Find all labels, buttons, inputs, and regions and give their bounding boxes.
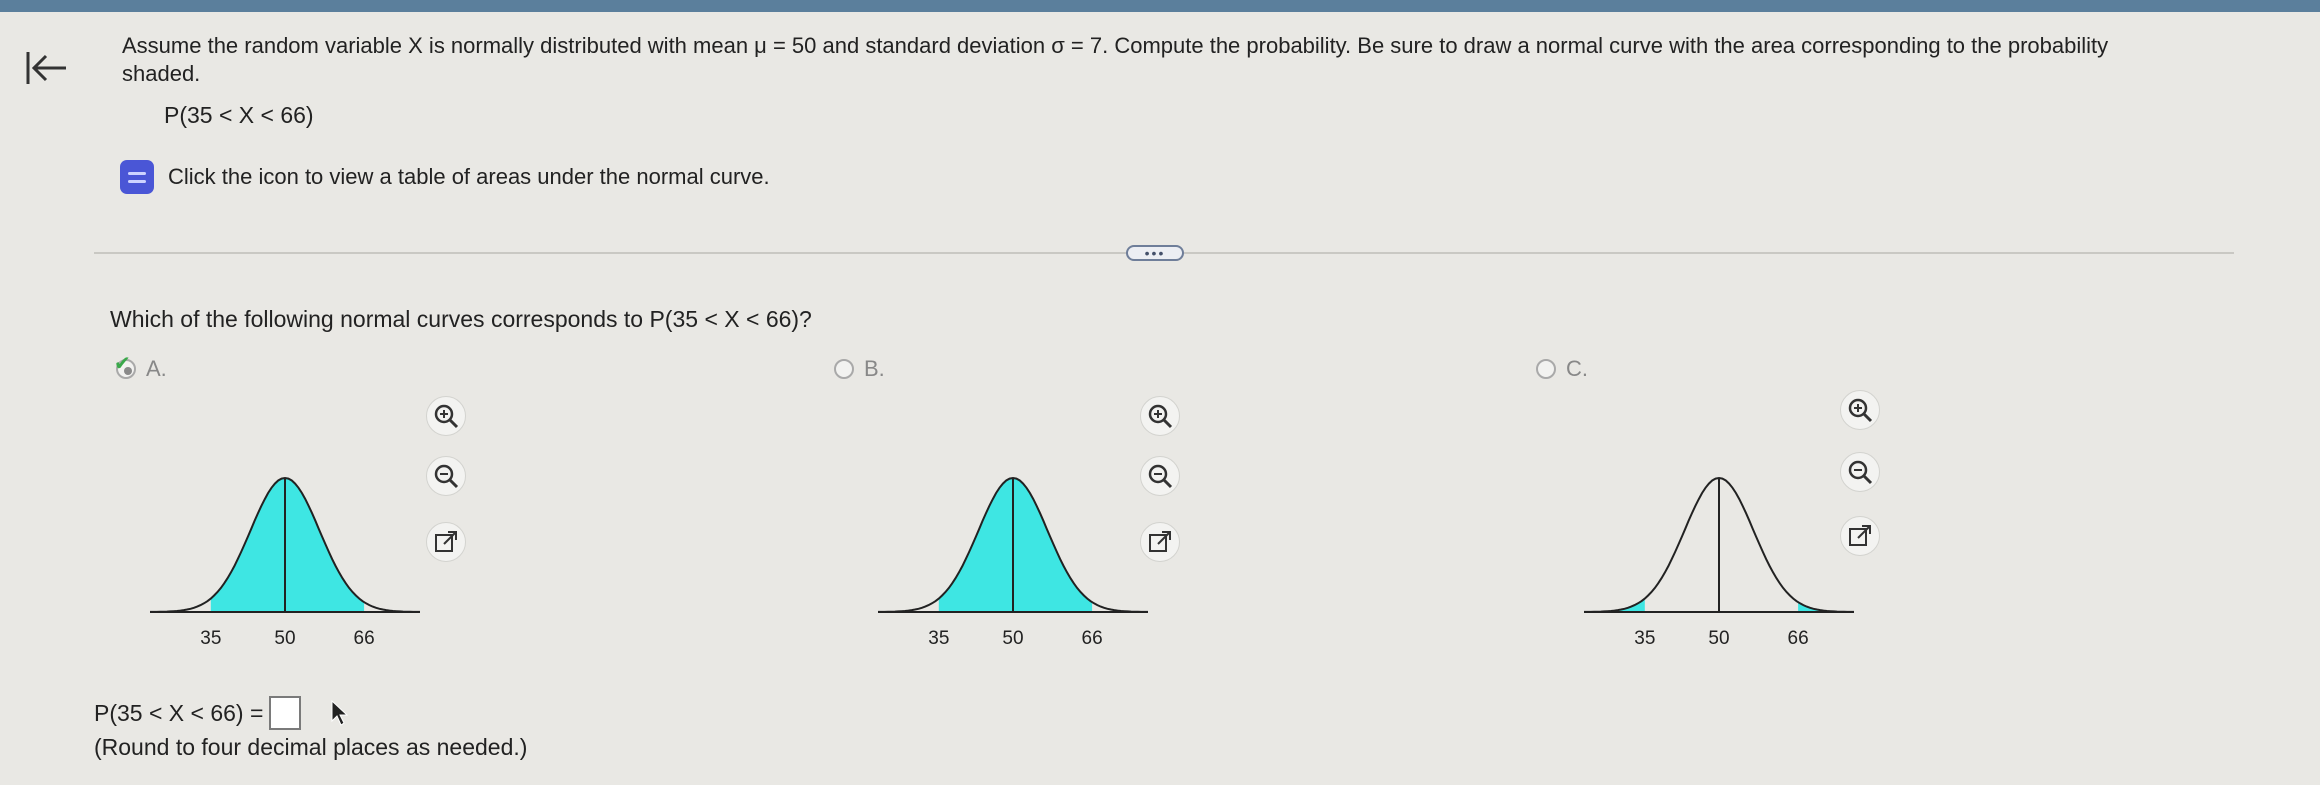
option-b-zoom-out-button[interactable]	[1140, 456, 1180, 496]
option-c-zoom-in-button[interactable]	[1840, 390, 1880, 430]
option-b[interactable]: B.	[834, 356, 885, 382]
answer-row: P(35 < X < 66) =	[94, 696, 351, 730]
popout-icon	[435, 531, 457, 552]
option-a-zoom-in-button[interactable]	[426, 396, 466, 436]
option-c-popout-button[interactable]	[1840, 516, 1880, 556]
normal-curve-a: 35 50 66	[150, 476, 420, 649]
curve-c-tick-50: 50	[1708, 628, 1729, 649]
curve-a-tick-50: 50	[274, 628, 295, 649]
answer-input[interactable]	[269, 696, 302, 730]
top-bar	[0, 0, 2320, 12]
option-c-radio[interactable]	[1536, 359, 1556, 379]
zoom-in-icon	[1848, 398, 1873, 423]
popout-icon	[1149, 531, 1171, 552]
mouse-cursor-icon	[331, 699, 349, 726]
choice-question: Which of the following normal curves cor…	[110, 306, 812, 332]
back-arrow-icon	[26, 52, 66, 84]
option-c-letter: C.	[1566, 356, 1588, 381]
option-a-letter: A.	[146, 356, 167, 381]
option-b-radio[interactable]	[834, 359, 854, 379]
curve-b-tick-66: 66	[1082, 628, 1103, 649]
zoom-in-icon	[434, 404, 459, 429]
option-a-popout-button[interactable]	[426, 522, 466, 562]
zoom-out-icon	[1848, 460, 1873, 485]
option-a-radio[interactable]: ✔	[114, 353, 136, 379]
curve-b-tick-50: 50	[1002, 628, 1023, 649]
zoom-in-icon	[1148, 404, 1173, 429]
popout-icon	[1849, 525, 1871, 546]
zoom-out-icon	[1148, 464, 1173, 489]
probability-expression: P(35 < X < 66)	[164, 102, 314, 128]
curve-b-shaded-area	[938, 478, 1093, 612]
correct-check-icon: ✔	[114, 353, 131, 375]
more-button[interactable]: •••	[1126, 245, 1184, 261]
curve-c-tick-66: 66	[1788, 628, 1809, 649]
option-c[interactable]: C.	[1536, 356, 1588, 382]
option-a-zoom-out-button[interactable]	[426, 456, 466, 496]
answer-label: P(35 < X < 66) =	[94, 699, 264, 726]
table-link-label: Click the icon to view a table of areas …	[168, 164, 770, 189]
question-text: Assume the random variable X is normally…	[122, 33, 2109, 86]
curve-a-tick-66: 66	[354, 628, 375, 649]
option-a[interactable]: ✔ A.	[114, 353, 167, 382]
table-of-areas-link[interactable]: Click the icon to view a table of areas …	[120, 160, 770, 194]
rounding-note: (Round to four decimal places as needed.…	[94, 734, 528, 760]
option-b-letter: B.	[864, 356, 885, 381]
option-c-zoom-out-button[interactable]	[1840, 452, 1880, 492]
option-b-popout-button[interactable]	[1140, 522, 1180, 562]
curve-b-tick-35: 35	[928, 628, 949, 649]
normal-curve-b: 35 50 66	[878, 476, 1148, 649]
normal-curve-c: 35 50 66	[1584, 476, 1854, 649]
back-button[interactable]	[18, 40, 74, 96]
zoom-out-icon	[434, 464, 459, 489]
curve-a-shaded-area	[210, 478, 365, 612]
curve-c-tick-35: 35	[1634, 628, 1655, 649]
table-book-icon[interactable]	[120, 160, 154, 194]
option-b-zoom-in-button[interactable]	[1140, 396, 1180, 436]
curve-a-tick-35: 35	[200, 628, 221, 649]
